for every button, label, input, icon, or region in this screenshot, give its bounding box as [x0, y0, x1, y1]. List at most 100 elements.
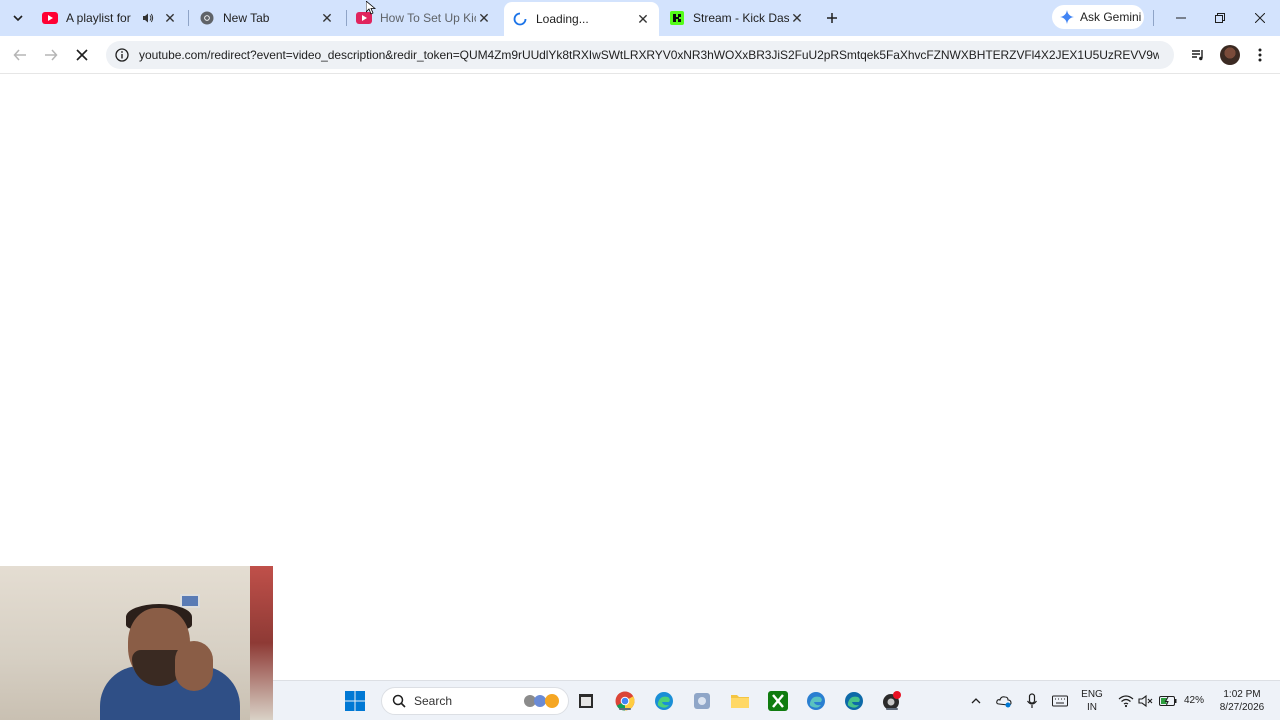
arrow-right-icon: [45, 49, 58, 61]
close-icon[interactable]: ✕: [319, 10, 335, 26]
xbox-button[interactable]: [767, 690, 789, 712]
menu-button[interactable]: [1249, 44, 1271, 66]
arrow-left-icon: [13, 49, 26, 61]
folder-icon: [731, 695, 749, 708]
battery-tray-button[interactable]: [1157, 690, 1179, 712]
tab-separator: [188, 10, 189, 26]
tab-strip: A playlist for you ✕ New Tab ✕ How To Se…: [0, 0, 1280, 36]
webcam-person-hand: [175, 641, 213, 691]
stop-loading-button[interactable]: [71, 44, 93, 66]
minimize-button[interactable]: [1169, 6, 1193, 30]
battery-charging-icon: [1159, 696, 1177, 706]
close-icon[interactable]: ✕: [789, 10, 805, 26]
edge-dev-icon: [845, 692, 863, 710]
kick-icon: [669, 10, 685, 26]
clock-date: 8/27/2026: [1219, 702, 1265, 713]
keyboard-icon: [1052, 695, 1068, 707]
volume-tray-button[interactable]: [1135, 690, 1157, 712]
language-region: IN: [1087, 702, 1097, 713]
windows-icon: [345, 691, 365, 711]
close-window-button[interactable]: [1248, 6, 1272, 30]
speaker-icon[interactable]: [140, 10, 156, 26]
battery-percent: 42%: [1183, 695, 1204, 706]
close-icon[interactable]: ✕: [476, 10, 492, 26]
microphone-tray-button[interactable]: [1021, 690, 1043, 712]
tab-kick-dashboard[interactable]: Stream - Kick Dashb ✕: [661, 4, 813, 32]
webcam-shelf: [250, 566, 273, 720]
url-text[interactable]: youtube.com/redirect?event=video_descrip…: [139, 48, 1159, 62]
chevron-up-icon: [971, 698, 981, 704]
chrome-icon: [199, 10, 215, 26]
file-explorer-button[interactable]: [729, 690, 751, 712]
language-indicator[interactable]: ENG IN: [1078, 688, 1106, 714]
chevron-down-icon: [13, 15, 23, 22]
tab-new-tab[interactable]: New Tab ✕: [191, 4, 343, 32]
active-indicator: [619, 708, 631, 710]
app-icon: [694, 693, 710, 709]
close-icon[interactable]: ✕: [162, 10, 178, 26]
tab-title: A playlist for you: [66, 11, 134, 25]
media-controls-button[interactable]: [1187, 44, 1209, 66]
loading-spinner-icon: [512, 11, 528, 27]
onedrive-tray-button[interactable]: [993, 690, 1015, 712]
webcam-wall-frame: [180, 594, 200, 608]
active-indicator: [886, 708, 898, 710]
webcam-overlay: [0, 566, 273, 720]
recorder-button[interactable]: [881, 690, 903, 712]
tab-title: Stream - Kick Dashb: [693, 11, 789, 25]
address-bar[interactable]: youtube.com/redirect?event=video_descrip…: [106, 41, 1174, 69]
taskbar: Search ENG IN 42% 1:02 PM 8/27/2026: [273, 680, 1280, 720]
ask-gemini-label: Ask Gemini: [1080, 10, 1142, 24]
plus-icon: [827, 13, 837, 23]
task-view-icon: [579, 694, 593, 708]
new-tab-button[interactable]: [822, 8, 842, 28]
edge-beta-button[interactable]: [805, 690, 827, 712]
more-vertical-icon: [1258, 48, 1262, 62]
cloud-sync-icon: [996, 696, 1012, 708]
tab-separator: [346, 10, 347, 26]
close-icon[interactable]: ✕: [635, 11, 651, 27]
tab-title: How To Set Up Kick: [380, 11, 476, 25]
xbox-icon: [768, 691, 788, 711]
start-button[interactable]: [344, 690, 366, 712]
tab-playlist[interactable]: A playlist for you ✕: [34, 4, 186, 32]
restore-icon: [1215, 13, 1225, 23]
search-icon: [392, 694, 406, 708]
show-hidden-icons-button[interactable]: [965, 690, 987, 712]
mouse-cursor-icon: [366, 1, 376, 15]
app-taskbar-button[interactable]: [691, 690, 713, 712]
close-icon: [1255, 13, 1265, 23]
task-view-button[interactable]: [575, 690, 597, 712]
tab-title: Loading...: [536, 12, 589, 26]
profile-avatar[interactable]: [1220, 45, 1240, 65]
back-button[interactable]: [9, 44, 31, 66]
chrome-taskbar-button[interactable]: [614, 690, 636, 712]
edge-taskbar-button[interactable]: [653, 690, 675, 712]
restore-button[interactable]: [1208, 6, 1232, 30]
clock[interactable]: 1:02 PM 8/27/2026: [1207, 688, 1277, 714]
clock-time: 1:02 PM: [1223, 689, 1261, 700]
minimize-icon: [1176, 17, 1186, 19]
search-highlight-icon: [524, 694, 559, 708]
edge-icon: [655, 692, 673, 710]
youtube-icon: [42, 10, 58, 26]
site-info-icon[interactable]: [114, 47, 130, 63]
tab-search-button[interactable]: [8, 8, 28, 28]
edge-beta-icon: [807, 692, 825, 710]
tab-loading[interactable]: Loading... ✕: [504, 2, 659, 36]
browser-toolbar: youtube.com/redirect?event=video_descrip…: [0, 36, 1280, 74]
search-label: Search: [414, 694, 453, 708]
taskbar-search[interactable]: Search: [381, 687, 569, 715]
forward-button[interactable]: [40, 44, 62, 66]
playlist-music-icon: [1192, 50, 1203, 61]
edge-dev-button[interactable]: [843, 690, 865, 712]
wifi-tray-button[interactable]: [1115, 690, 1137, 712]
tab-title: New Tab: [223, 11, 270, 25]
volume-muted-icon: [1138, 694, 1153, 708]
gemini-sparkle-icon: [1060, 10, 1074, 24]
wifi-icon: [1118, 695, 1134, 708]
microphone-icon: [1027, 693, 1037, 708]
stop-icon: [76, 49, 88, 61]
ask-gemini-button[interactable]: Ask Gemini: [1052, 5, 1144, 29]
keyboard-tray-button[interactable]: [1049, 690, 1071, 712]
